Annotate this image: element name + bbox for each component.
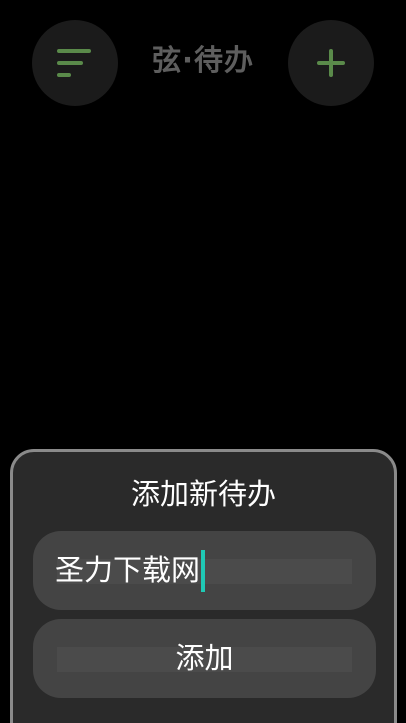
plus-icon xyxy=(317,49,345,77)
add-todo-sheet: 添加新待办 圣力下载网 添加 xyxy=(10,449,397,723)
add-submit-button[interactable]: 添加 xyxy=(33,619,376,698)
add-button[interactable] xyxy=(288,20,374,106)
todo-input-text: 圣力下载网 xyxy=(55,531,206,610)
menu-button[interactable] xyxy=(32,20,118,106)
todo-input[interactable]: 圣力下载网 xyxy=(33,531,376,610)
text-cursor xyxy=(201,549,206,592)
app-title: 弦·待办 xyxy=(151,43,255,77)
todo-input-value: 圣力下载网 xyxy=(55,553,201,587)
sheet-title: 添加新待办 xyxy=(130,477,276,511)
menu-lines-icon xyxy=(57,49,91,77)
add-submit-label: 添加 xyxy=(175,641,234,675)
